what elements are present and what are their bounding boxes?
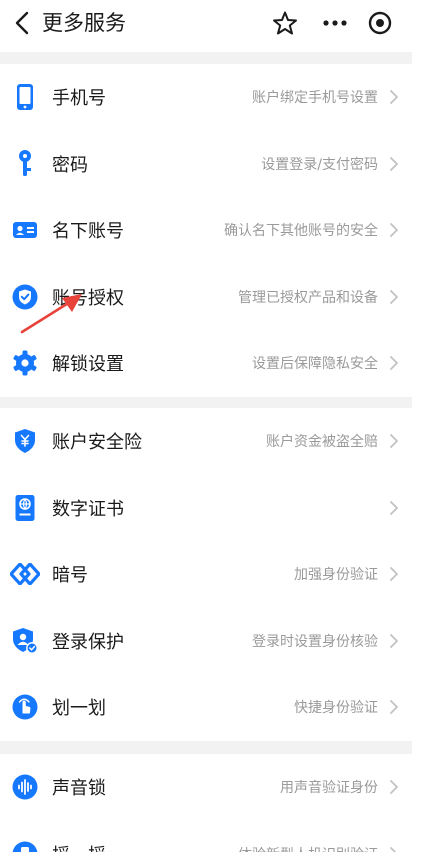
list-item-label: 名下账号 xyxy=(52,221,124,243)
user-shield-icon xyxy=(10,626,40,656)
list-item-desc: 管理已授权产品和设备 xyxy=(238,289,378,306)
settings-group-1: 手机号 账户绑定手机号设置 密码 设置登录/支付密码 名下账号 确认名下其他账号… xyxy=(0,64,412,397)
certificate-icon xyxy=(10,493,40,523)
list-item-unlock-settings[interactable]: 解锁设置 设置后保障隐私安全 xyxy=(0,330,412,397)
list-item-label: 数字证书 xyxy=(52,498,124,520)
list-item-passphrase[interactable]: 暗号 加强身份验证 xyxy=(0,541,412,608)
list-item-desc: 用声音验证身份 xyxy=(280,780,378,797)
top-bar: 更多服务 xyxy=(0,0,412,52)
list-item-login-protection[interactable]: 登录保护 登录时设置身份核验 xyxy=(0,608,412,675)
chevron-right-icon xyxy=(390,567,398,582)
list-item-label: 解锁设置 xyxy=(52,354,124,376)
chevron-right-icon xyxy=(390,633,398,648)
list-item-swipe[interactable]: 划一划 快捷身份验证 xyxy=(0,674,412,741)
list-item-label: 手机号 xyxy=(52,88,106,110)
list-item-label: 密码 xyxy=(52,154,88,176)
right-margin xyxy=(412,0,432,852)
list-item-desc: 账户资金被盗全赔 xyxy=(266,434,378,451)
list-item-desc: 快捷身份验证 xyxy=(294,700,378,717)
list-item-desc: 设置后保障隐私安全 xyxy=(252,356,378,373)
gear-icon xyxy=(10,348,40,378)
list-item-account-authorization[interactable]: 账号授权 管理已授权产品和设备 xyxy=(0,264,412,331)
chevron-right-icon xyxy=(390,434,398,449)
list-item-label: 声音锁 xyxy=(52,778,106,800)
list-item-digital-certificate[interactable]: 数字证书 xyxy=(0,475,412,542)
list-item-desc: 加强身份验证 xyxy=(294,567,378,584)
list-item-desc: 确认名下其他账号的安全 xyxy=(224,223,378,240)
list-item-linked-accounts[interactable]: 名下账号 确认名下其他账号的安全 xyxy=(0,197,412,264)
list-item-account-insurance[interactable]: 账户安全险 账户资金被盗全赔 xyxy=(0,408,412,475)
diamond-link-icon xyxy=(10,559,40,589)
list-item-phone[interactable]: 手机号 账户绑定手机号设置 xyxy=(0,64,412,131)
list-item-voice-lock[interactable]: 声音锁 用声音验证身份 xyxy=(0,754,412,821)
swipe-hand-icon xyxy=(10,692,40,722)
chevron-right-icon xyxy=(390,356,398,371)
list-item-label: 账户安全险 xyxy=(52,432,142,454)
chevron-right-icon xyxy=(390,289,398,304)
voice-icon xyxy=(10,772,40,802)
list-item-desc: 体验新型人机识别验证 xyxy=(238,844,378,852)
page-title: 更多服务 xyxy=(42,11,126,35)
id-card-icon xyxy=(10,215,40,245)
list-item-desc: 设置登录/支付密码 xyxy=(261,156,378,173)
list-item-shake[interactable]: 摇一摇 体验新型人机识别验证 xyxy=(0,821,412,852)
back-icon[interactable] xyxy=(12,10,34,36)
shake-icon xyxy=(10,839,40,852)
chevron-right-icon xyxy=(390,700,398,715)
list-item-label: 划一划 xyxy=(52,698,106,720)
list-item-desc: 账户绑定手机号设置 xyxy=(252,90,378,107)
key-icon xyxy=(10,149,40,179)
shield-check-icon xyxy=(10,282,40,312)
chevron-right-icon xyxy=(390,846,397,852)
list-item-label: 暗号 xyxy=(52,565,88,587)
target-icon[interactable] xyxy=(366,9,394,37)
phone-icon xyxy=(10,82,40,112)
chevron-right-icon xyxy=(390,90,398,105)
chevron-right-icon xyxy=(390,156,398,171)
more-services-page: 更多服务 手机号 账户绑定手机号设置 密码 设置登录/支付密码 名下账号 确认名… xyxy=(0,0,412,852)
star-icon[interactable] xyxy=(272,10,298,36)
settings-group-2: 账户安全险 账户资金被盗全赔 数字证书 暗号 加强身份验证 登录保护 登录时设置… xyxy=(0,408,412,741)
settings-group-3: 声音锁 用声音验证身份 摇一摇 体验新型人机识别验证 xyxy=(0,754,412,852)
more-icon[interactable] xyxy=(320,10,350,36)
list-item-label: 摇一摇 xyxy=(52,841,106,852)
chevron-right-icon xyxy=(390,500,398,515)
chevron-right-icon xyxy=(390,223,398,238)
list-item-label: 登录保护 xyxy=(52,631,124,653)
insurance-icon xyxy=(10,426,40,456)
list-item-label: 账号授权 xyxy=(52,287,124,309)
chevron-right-icon xyxy=(390,780,398,795)
list-item-password[interactable]: 密码 设置登录/支付密码 xyxy=(0,131,412,198)
list-item-desc: 登录时设置身份核验 xyxy=(252,633,378,650)
